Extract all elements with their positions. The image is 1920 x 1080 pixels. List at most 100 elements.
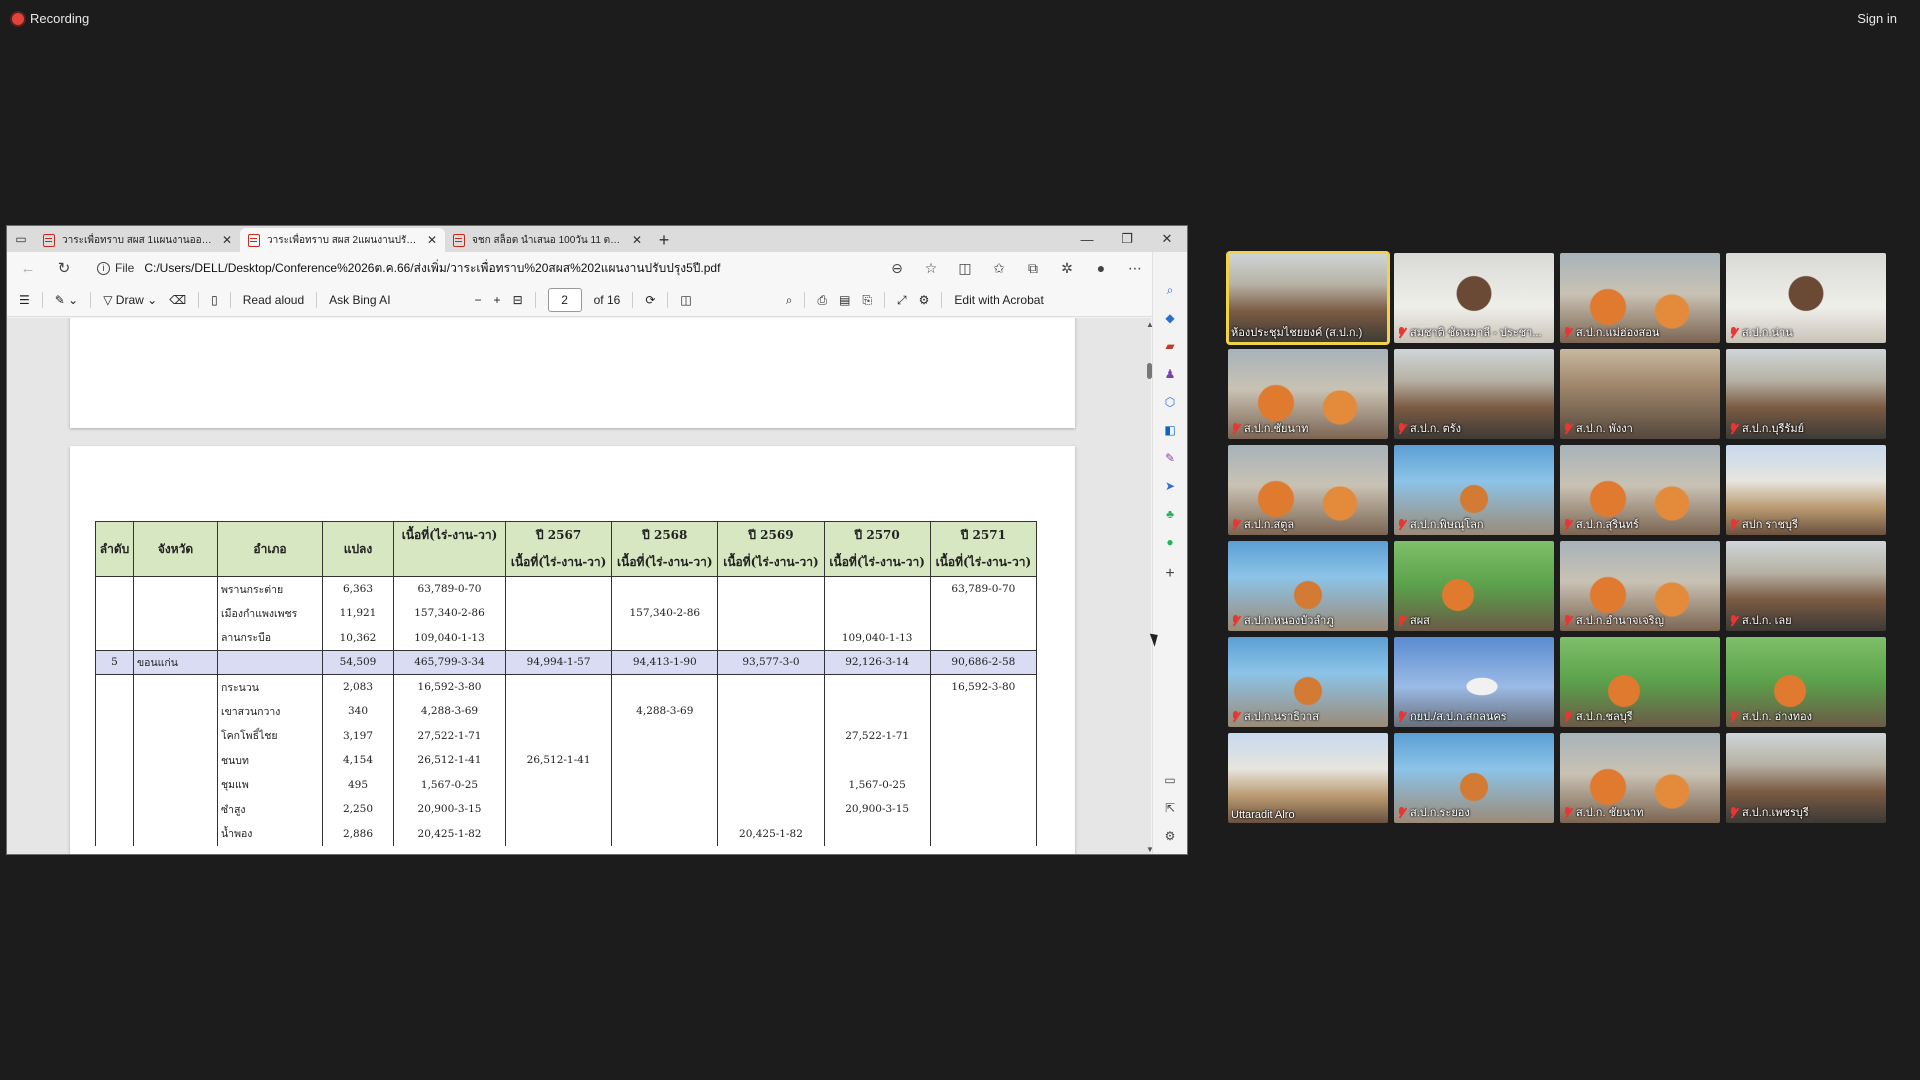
drop-icon[interactable]: ➤ xyxy=(1162,478,1178,494)
profile-avatar-icon[interactable]: ● xyxy=(1089,260,1113,276)
microsoft-365-icon[interactable]: ⬡ xyxy=(1162,394,1178,410)
participant-tile[interactable]: ส.ป.ก.ระยอง xyxy=(1394,733,1554,823)
participant-tile[interactable]: ส.ป.ก.สตูล xyxy=(1228,445,1388,535)
sidebar-toggle-icon[interactable]: ▭ xyxy=(1162,772,1178,788)
participant-tile[interactable]: สปก ราชบุรี xyxy=(1726,445,1886,535)
extensions-icon[interactable]: ✲ xyxy=(1055,260,1079,277)
table-row: กระนวน 2,083 16,592-3-80 16,592-3-80 xyxy=(95,674,1038,699)
close-tab-icon[interactable]: ✕ xyxy=(222,233,232,247)
designer-icon[interactable]: ✎ xyxy=(1162,450,1178,466)
table-cell xyxy=(95,576,134,601)
participant-name: ส.ป.ก.น่าน xyxy=(1742,327,1793,339)
participant-name: Uttaradit Alro xyxy=(1231,809,1295,821)
draw-button[interactable]: ▽ Draw ⌄ xyxy=(103,293,157,307)
participant-tile[interactable]: ส.ป.ก. ชัยนาท xyxy=(1560,733,1720,823)
participant-tile[interactable]: ส.ป.ก.นราธิวาส xyxy=(1228,637,1388,727)
close-tab-icon[interactable]: ✕ xyxy=(427,233,437,247)
muted-mic-icon xyxy=(1729,806,1739,818)
participant-tile[interactable]: ส.ป.ก.แม่ฮ่องสอน xyxy=(1560,253,1720,343)
pdf-page-2: ลำดับ จังหวัด อำเภอ แปลง เนื้อที่(ไร่-งา… xyxy=(70,446,1075,854)
games-icon[interactable]: ♟ xyxy=(1162,366,1178,382)
close-window-icon[interactable]: ✕ xyxy=(1147,226,1187,252)
rotate-icon[interactable]: ⟳ xyxy=(645,293,655,307)
two-page-icon[interactable]: ◫ xyxy=(680,293,691,307)
participant-tile[interactable]: ส.ป.ก.พิษณุโลก xyxy=(1394,445,1554,535)
add-app-icon[interactable]: + xyxy=(1162,565,1178,582)
favorites-icon[interactable]: ✩ xyxy=(987,260,1011,277)
settings-icon[interactable]: ⚙ xyxy=(919,293,930,307)
contents-icon[interactable]: ☰ xyxy=(19,293,30,307)
address-bar[interactable]: i File C:/Users/DELL/Desktop/Conference%… xyxy=(87,256,875,280)
table-cell xyxy=(611,576,719,601)
search-icon[interactable]: ⌕ xyxy=(1162,282,1178,298)
participant-name: ส.ป.ก.สตูล xyxy=(1244,519,1295,531)
participant-tile[interactable]: กยป./ส.ป.ก.สกลนคร xyxy=(1394,637,1554,727)
ask-ai-button[interactable]: Ask Bing AI xyxy=(329,293,390,307)
participant-tile[interactable]: ส.ป.ก.สุรินทร์ xyxy=(1560,445,1720,535)
site-info[interactable]: i File xyxy=(97,261,134,275)
participant-tile[interactable]: ส.ป.ก. อ่างทอง xyxy=(1726,637,1886,727)
close-tab-icon[interactable]: ✕ xyxy=(632,233,642,247)
page-view-icon[interactable]: ▯ xyxy=(211,293,218,307)
save-as-icon[interactable]: ⎘ xyxy=(862,293,872,308)
eraser-icon[interactable]: ⌫ xyxy=(169,293,186,307)
minimize-icon[interactable]: — xyxy=(1067,226,1107,252)
table-cell: 1,567-0-25 xyxy=(823,772,931,797)
spotify-icon[interactable]: ● xyxy=(1162,534,1178,550)
participant-tile[interactable]: ส.ป.ก. เลย xyxy=(1726,541,1886,631)
external-link-icon[interactable]: ⇱ xyxy=(1162,800,1178,816)
participant-tile[interactable]: ห้องประชุมไชยยงค์ (ส.ป.ก.) xyxy=(1226,251,1390,345)
tree-icon[interactable]: ♣ xyxy=(1162,506,1178,522)
participant-tile[interactable]: ส.ป.ก.ชลบุรี xyxy=(1560,637,1720,727)
subheader-cell: เนื้อที่(ไร่-งาน-วา) xyxy=(929,549,1038,577)
save-icon[interactable]: ▤ xyxy=(839,293,850,307)
table-cell: 157,340-2-86 xyxy=(611,601,719,626)
fit-page-icon[interactable]: ⊟ xyxy=(513,293,523,307)
edit-acrobat-button[interactable]: Edit with Acrobat xyxy=(954,293,1043,307)
new-tab-button[interactable]: + xyxy=(650,228,678,252)
fullscreen-icon[interactable]: ⤢ xyxy=(897,293,907,308)
browser-tab[interactable]: จชก สล็อต นำเสนอ 100วัน 11 ตค66 ✕ xyxy=(445,228,650,252)
participant-tile[interactable]: ส.ป.ก.หนองบัวลำภู xyxy=(1228,541,1388,631)
maximize-icon[interactable]: ❐ xyxy=(1107,226,1147,252)
tools-icon[interactable]: ▰ xyxy=(1162,338,1178,354)
highlight-icon[interactable]: ✎ ⌄ xyxy=(55,293,78,307)
table-cell: 1,567-0-25 xyxy=(393,772,506,797)
table-cell: 3,197 xyxy=(322,723,394,748)
zoom-out-icon[interactable]: − xyxy=(475,293,482,307)
collections-icon[interactable]: ⧉ xyxy=(1021,260,1045,277)
participant-name: ส.ป.ก.อำนาจเจริญ xyxy=(1576,615,1664,627)
participant-tile[interactable]: ส.ป.ก.อำนาจเจริญ xyxy=(1560,541,1720,631)
browser-tab-active[interactable]: วาระเพื่อทราบ สผส 2แผนงานปรับปรุง ✕ xyxy=(240,228,445,252)
table-cell xyxy=(929,748,1038,773)
page-number-input[interactable]: 2 xyxy=(547,288,582,312)
participant-tile[interactable]: ส.ป.ก. พังงา xyxy=(1560,349,1720,439)
print-icon[interactable]: ⎙ xyxy=(817,293,827,308)
split-screen-icon[interactable]: ◫ xyxy=(953,260,977,277)
read-aloud-button[interactable]: Read aloud xyxy=(243,293,304,307)
favorite-star-icon[interactable]: ☆ xyxy=(919,260,943,277)
header-cell: ปี 2568 xyxy=(611,521,719,549)
participant-tile[interactable]: ส.ป.ก. ตรัง xyxy=(1394,349,1554,439)
pdf-viewport[interactable]: ลำดับ จังหวัด อำเภอ แปลง เนื้อที่(ไร่-งา… xyxy=(7,318,1151,854)
sidebar-settings-icon[interactable]: ⚙ xyxy=(1162,828,1178,844)
table-row: น้ำพอง 2,886 20,425-1-82 20,425-1-82 xyxy=(95,821,1038,846)
sign-in-link[interactable]: Sign in xyxy=(1857,11,1897,26)
refresh-icon[interactable]: ↻ xyxy=(51,259,77,277)
back-icon[interactable]: ← xyxy=(15,260,41,277)
find-icon[interactable]: ⌕ xyxy=(786,293,793,308)
zoom-icon[interactable]: ⊖ xyxy=(885,260,909,277)
zoom-in-icon[interactable]: + xyxy=(494,293,501,307)
outlook-icon[interactable]: ◧ xyxy=(1162,422,1178,438)
tab-actions-icon[interactable]: ▭ xyxy=(7,226,35,252)
participant-tile[interactable]: ส.ป.ก.น่าน xyxy=(1726,253,1886,343)
more-menu-icon[interactable]: ⋯ xyxy=(1123,260,1147,277)
participant-tile[interactable]: Uttaradit Alro xyxy=(1228,733,1388,823)
participant-tile[interactable]: ส.ป.ก.บุรีรัมย์ xyxy=(1726,349,1886,439)
shopping-tag-icon[interactable]: ◆ xyxy=(1162,310,1178,326)
participant-tile[interactable]: สผส xyxy=(1394,541,1554,631)
browser-tab[interactable]: วาระเพื่อทราบ สผส 1แผนงานออกโฉนด ✕ xyxy=(35,228,240,252)
participant-tile[interactable]: ส.ป.ก.เพชรบุรี xyxy=(1726,733,1886,823)
participant-tile[interactable]: ส.ป.ก.ชัยนาท xyxy=(1228,349,1388,439)
participant-tile[interactable]: สมชาติ ชัดนมาลี - ประชา... xyxy=(1394,253,1554,343)
